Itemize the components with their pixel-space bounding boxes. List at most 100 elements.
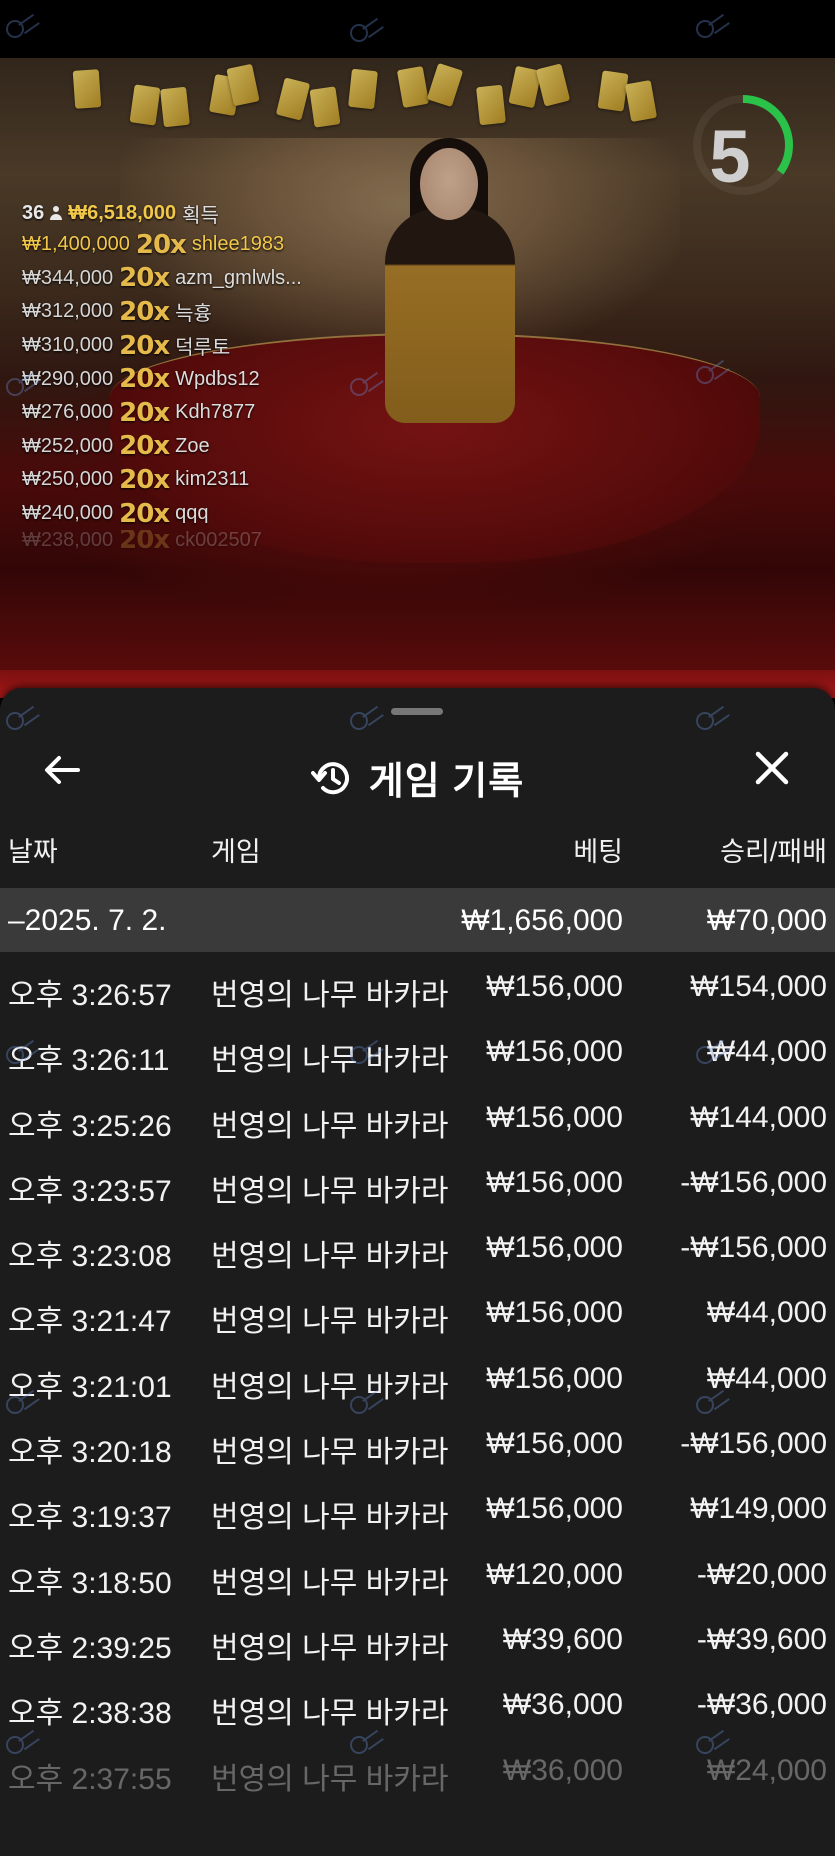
row-time: 오후 3:23:57 [8,1174,172,1208]
winner-row: ₩250,000 20x kim2311 [22,463,302,497]
sheet-title: 게임 기록 [368,761,525,803]
winner-row: ₩276,000 20x Kdh7877 [22,396,302,430]
close-button[interactable] [748,744,796,792]
row-bet: ₩156,000 [486,1165,623,1199]
day-date: –2025. 7. 2. [8,904,167,937]
row-time: 오후 2:38:38 [8,1697,172,1731]
row-time: 오후 2:39:25 [8,1631,172,1665]
winner-multiplier: 20x [119,397,170,428]
winner-amount: ₩344,000 [22,266,114,289]
history-row[interactable]: 오후 3:25:26 번영의 나무 바카라 ₩156,000 ₩144,000 [0,1083,835,1148]
history-row[interactable]: 오후 2:38:38 번영의 나무 바카라 ₩36,000 -₩36,000 [0,1670,835,1735]
row-result: ₩149,000 [690,1492,827,1526]
history-column-headers: 날짜 게임 베팅 승리/패배 [0,830,835,870]
history-row[interactable]: 오후 3:19:37 번영의 나무 바카라 ₩156,000 ₩149,000 [0,1474,835,1539]
winner-name: Kdh7877 [175,401,256,424]
row-time: 오후 3:21:01 [8,1370,172,1404]
column-header-bet[interactable]: 베팅 [573,830,623,869]
row-game: 번영의 나무 바카라 [211,1044,449,1078]
row-result: ₩44,000 [706,1296,827,1330]
row-bet: ₩120,000 [486,1557,623,1591]
row-game: 번영의 나무 바카라 [211,1240,449,1274]
winners-summary: 36 ₩6,518,000 획득 [22,198,302,228]
row-game: 번영의 나무 바카라 [211,1501,449,1535]
row-game: 번영의 나무 바카라 [211,1109,449,1143]
row-result: -₩36,000 [696,1688,827,1722]
winners-list: 36 ₩6,518,000 획득 ₩1,400,000 20x shlee1983 ₩… [22,198,302,551]
sheet-drag-handle[interactable] [391,708,443,715]
column-header-date[interactable]: 날짜 [8,830,58,869]
winner-row: ₩312,000 20x 늑흉 [22,295,302,329]
row-result: -₩156,000 [680,1427,827,1461]
winner-amount: ₩276,000 [22,401,114,424]
winner-amount: ₩310,000 [22,334,114,357]
row-game: 번영의 나무 바카라 [211,1697,449,1731]
winner-multiplier: 20x [119,330,170,361]
winner-multiplier: 20x [119,530,170,551]
winners-suffix: 획득 [182,204,219,227]
column-header-game[interactable]: 게임 [211,830,261,869]
row-result: ₩154,000 [690,970,827,1003]
day-summary-row[interactable]: –2025. 7. 2. ₩1,656,000 ₩70,000 [0,888,835,952]
history-row[interactable]: 오후 3:18:50 번영의 나무 바카라 ₩120,000 -₩20,000 [0,1540,835,1605]
winner-name: Zoe [175,434,210,457]
row-game: 번영의 나무 바카라 [211,1762,449,1796]
row-bet: ₩39,600 [502,1622,623,1656]
winner-row: ₩310,000 20x 덕루토 [22,329,302,363]
row-game: 번영의 나무 바카라 [211,1631,449,1665]
row-bet: ₩156,000 [486,1035,623,1069]
row-bet: ₩156,000 [486,1296,623,1330]
history-row[interactable]: 오후 3:26:11 번영의 나무 바카라 ₩156,000 ₩44,000 [0,1017,835,1082]
row-time: 오후 3:23:08 [8,1240,172,1274]
history-row[interactable]: 오후 2:37:55 번영의 나무 바카라 ₩36,000 ₩24,000 [0,1736,835,1801]
history-row[interactable]: 오후 3:20:18 번영의 나무 바카라 ₩156,000 -₩156,000 [0,1409,835,1474]
row-result: ₩44,000 [706,1035,827,1069]
column-header-result[interactable]: 승리/패배 [720,830,827,869]
winner-row: ₩1,400,000 20x shlee1983 [22,228,302,262]
winner-amount: ₩250,000 [22,468,114,491]
top-status-bar [0,0,835,58]
winner-amount: ₩290,000 [22,367,114,390]
history-row[interactable]: 오후 3:23:57 번영의 나무 바카라 ₩156,000 -₩156,000 [0,1148,835,1213]
history-row[interactable]: 오후 3:21:47 번영의 나무 바카라 ₩156,000 ₩44,000 [0,1278,835,1343]
row-bet: ₩36,000 [502,1753,623,1787]
row-time: 오후 3:25:26 [8,1109,172,1143]
row-time: 오후 3:26:57 [8,979,172,1012]
row-result: ₩44,000 [706,1361,827,1395]
winner-multiplier: 20x [119,498,170,529]
winners-count: 36 [22,201,45,224]
row-result: ₩24,000 [706,1753,827,1787]
row-result: -₩20,000 [696,1557,827,1591]
winner-multiplier: 20x [119,263,170,294]
winner-amount: ₩238,000 [22,530,114,551]
history-row[interactable]: 오후 2:39:25 번영의 나무 바카라 ₩39,600 -₩39,600 [0,1605,835,1670]
close-icon [755,751,789,785]
row-result: ₩144,000 [690,1100,827,1134]
winner-amount: ₩252,000 [22,434,114,457]
winner-multiplier: 20x [119,296,170,327]
row-result: -₩156,000 [680,1231,827,1265]
winners-total: ₩6,518,000 [68,201,177,224]
winner-name: azm_gmlwls... [175,266,302,289]
winner-name: shlee1983 [191,233,285,256]
history-row[interactable]: 오후 3:23:08 번영의 나무 바카라 ₩156,000 -₩156,000 [0,1213,835,1278]
winner-name: qqq [175,502,209,525]
row-game: 번영의 나무 바카라 [211,1566,449,1600]
history-row[interactable]: 오후 3:21:01 번영의 나무 바카라 ₩156,000 ₩44,000 [0,1344,835,1409]
sheet-title-group: 게임 기록 [0,750,835,805]
row-bet: ₩156,000 [486,1427,623,1461]
round-timer-count: 5 [709,115,751,198]
history-icon [310,761,349,794]
history-row[interactable]: 오후 3:26:57 번영의 나무 바카라 ₩156,000 ₩154,000 [0,952,835,1017]
row-result: -₩156,000 [680,1165,827,1199]
winner-name: 늑흉 [175,303,212,326]
winner-amount: ₩240,000 [22,502,114,525]
row-time: 오후 3:18:50 [8,1566,172,1600]
winner-multiplier: 20x [119,364,170,395]
row-game: 번영의 나무 바카라 [211,979,449,1012]
row-time: 오후 3:20:18 [8,1436,172,1470]
winner-name: Wpdbs12 [175,367,260,390]
person-icon [50,206,63,220]
winner-row: ₩252,000 20x Zoe [22,430,302,464]
winner-amount: ₩312,000 [22,300,114,323]
